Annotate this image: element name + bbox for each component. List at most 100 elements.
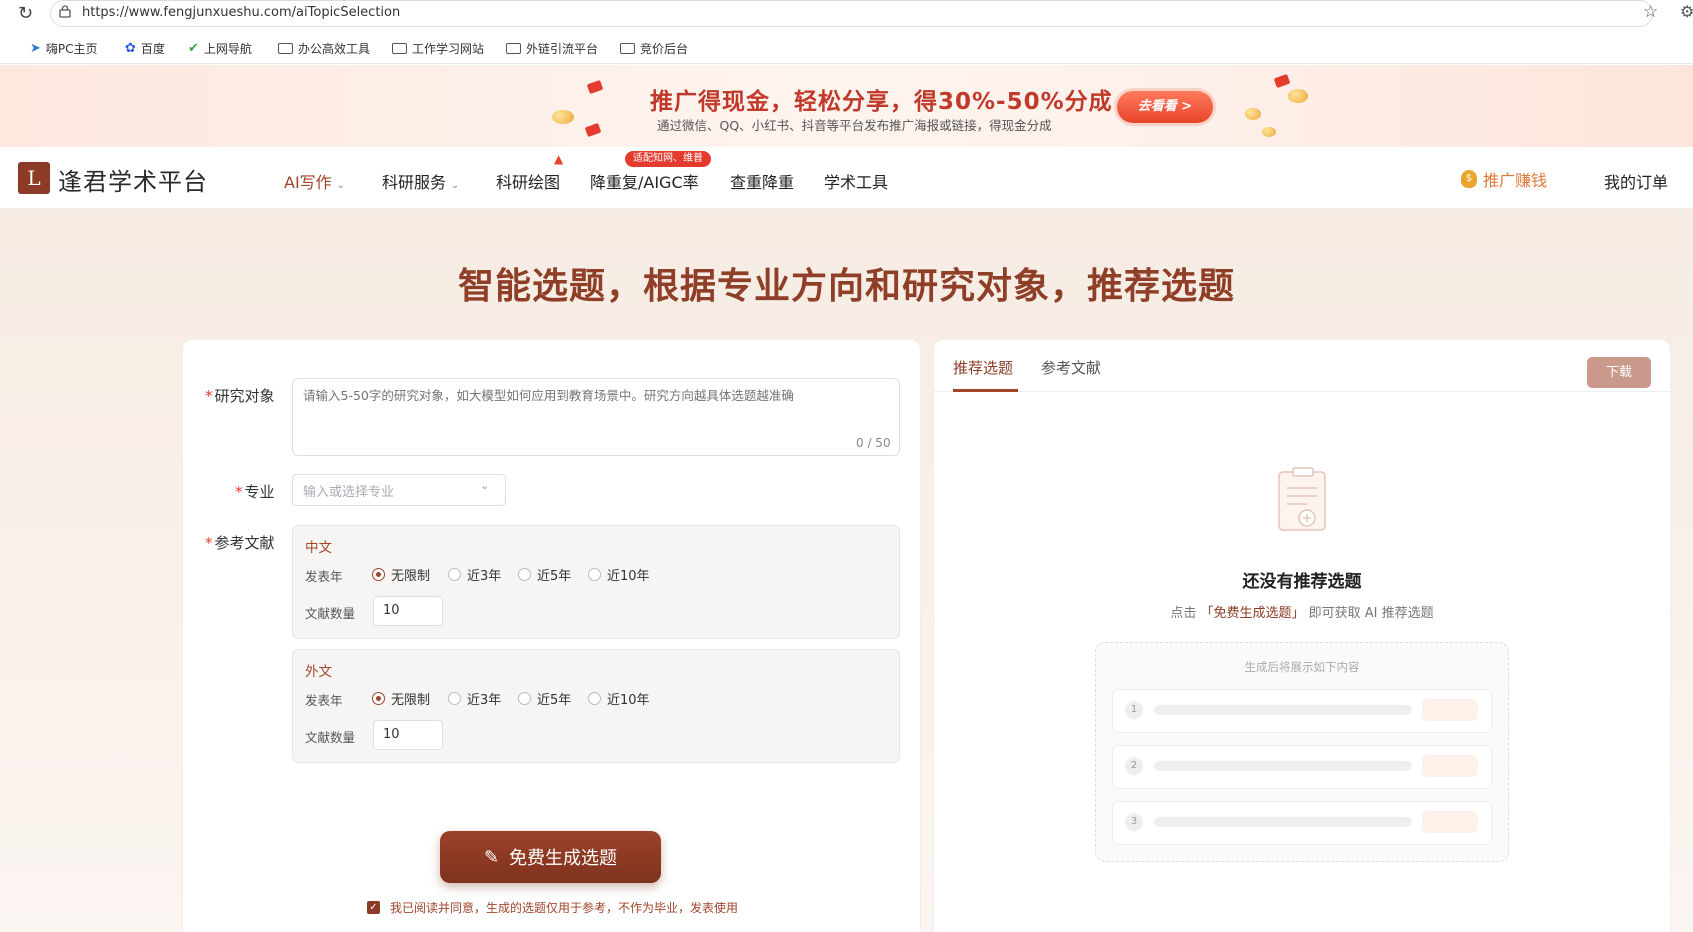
char-counter: 0 / 50 [856,436,891,450]
chevron-down-icon: ⌄ [480,479,490,492]
agreement-row[interactable]: ✓ 我已阅读并同意，生成的选题仅用于参考，不作为毕业，发表使用 [367,899,738,916]
radio-10-years[interactable]: 近10年 [588,565,650,584]
bookmark-folder[interactable]: 工作学习网站 [392,40,484,57]
fire-icon: ▲ [554,152,564,166]
extensions-icon[interactable]: ⚙ [1680,2,1693,21]
preview-row-number: 2 [1125,757,1143,775]
nav-ai-writing[interactable]: AI写作 ⌄ [284,169,345,193]
preview-placeholder-bar [1154,761,1412,771]
bookmark-label: 上网导航 [203,42,252,56]
radio-3-years[interactable]: 近3年 [448,689,501,708]
coin-decoration [1288,89,1308,103]
preview-placeholder-bar [1154,705,1412,715]
radio-3-years[interactable]: 近3年 [448,565,501,584]
radio-circle [448,568,461,581]
nav-check-icon: ✔ [188,41,199,56]
subtitle-text: 点击 [1170,606,1197,621]
label-text: 专业 [244,483,275,501]
nav-reduce-aigc[interactable]: 降重复/AIGC率 [590,169,699,193]
nav-research-drawing[interactable]: 科研绘图 [496,169,560,193]
chevron-down-icon: ⌄ [336,180,346,191]
foreign-refs-title: 外文 [305,664,332,680]
bookmark-item[interactable]: ✔ 上网导航 [188,40,252,57]
agreement-checkbox[interactable]: ✓ [367,901,380,914]
tab-references[interactable]: 参考文献 [1041,357,1101,378]
baidu-paw-icon: ✿ [125,41,136,56]
folder-icon [506,43,521,54]
year-label: 发表年 [305,569,343,584]
radio-circle [448,692,461,705]
url-text[interactable]: https://www.fengjunxueshu.com/aiTopicSel… [82,5,400,20]
promo-go-button[interactable]: 去看看 > [1117,91,1213,123]
bookmark-label: 百度 [140,42,165,56]
bookmark-star-icon[interactable]: ☆ [1643,2,1658,22]
promo-subtitle: 通过微信、QQ、小红书、抖音等平台发布推广海报或链接，得现金分成 [657,118,1052,133]
bookmarks-bar: ➤ 嗨PC主页 ✿ 百度 ✔ 上网导航 办公高效工具 工作学习网站 外链引流平台 竞价… [0,32,1693,64]
chinese-count-input[interactable]: 10 [373,596,443,626]
label-text: 研究对象 [214,387,275,405]
nav-my-orders[interactable]: 我的订单 [1604,169,1668,193]
subtitle-text: 即可获取 AI 推荐选题 [1308,606,1434,621]
radio-label: 近3年 [467,693,502,708]
logo-text[interactable]: 逢君学术平台 [58,162,208,197]
radio-label: 近10年 [607,693,650,708]
tab-divider [933,391,1671,392]
quill-icon: ✎ [483,846,500,868]
reload-icon[interactable]: ↻ [18,3,33,24]
required-mark: * [205,534,213,552]
tab-recommended-topics[interactable]: 推荐选题 [953,357,1013,378]
radio-circle [372,568,385,581]
bookmark-folder[interactable]: 竞价后台 [620,40,688,57]
radio-label: 无限制 [391,693,431,708]
preview-placeholder-bar [1154,817,1412,827]
radio-5-years[interactable]: 近5年 [518,565,571,584]
bookmark-item[interactable]: ➤ 嗨PC主页 [30,40,98,57]
chinese-refs-title: 中文 [305,540,332,556]
logo-mark[interactable]: L [18,162,50,194]
radio-unlimited[interactable]: 无限制 [372,565,430,584]
download-button[interactable]: 下载 [1587,357,1651,388]
radio-circle [588,568,601,581]
preview-caption: 生成后将展示如下内容 [1244,660,1360,674]
folder-icon [392,43,407,54]
bookmark-site-icon: ➤ [30,41,41,56]
radio-5-years[interactable]: 近5年 [518,689,571,708]
site-info-icon[interactable] [58,4,72,18]
nav-plagiarism-check[interactable]: 查重降重 [730,169,794,193]
coin-decoration [552,110,574,124]
nav-research-services[interactable]: 科研服务 ⌄ [382,169,459,193]
research-object-input[interactable] [292,378,900,456]
empty-document-icon [1278,467,1326,531]
year-label: 发表年 [305,693,343,708]
nav-promote-earn[interactable]: $ 推广赚钱 [1461,167,1547,191]
coin-decoration [1262,127,1276,137]
count-label: 文献数量 [305,730,356,745]
nav-badge: 适配知网、维普 [625,151,711,167]
radio-circle [518,692,531,705]
radio-label: 近10年 [607,569,650,584]
folder-icon [620,43,635,54]
bookmark-folder[interactable]: 办公高效工具 [278,40,370,57]
coin-decoration [1245,108,1261,120]
empty-state-subtitle: 点击 「免费生成选题」 即可获取 AI 推荐选题 [933,602,1671,621]
foreign-count-input[interactable]: 10 [373,720,443,750]
bookmark-folder[interactable]: 外链引流平台 [506,40,598,57]
nav-academic-tools[interactable]: 学术工具 [824,169,888,193]
nav-label: AI写作 [284,173,332,192]
bookmark-label: 办公高效工具 [298,42,371,56]
radio-unlimited[interactable]: 无限制 [372,689,430,708]
label-text: 参考文献 [214,534,275,552]
preview-row-number: 1 [1125,701,1143,719]
bookmark-label: 嗨PC主页 [45,42,98,56]
radio-label: 无限制 [391,569,431,584]
radio-label: 近5年 [537,569,572,584]
folder-icon [278,43,293,54]
nav-label: 科研服务 [382,173,447,192]
generate-topics-button[interactable]: ✎ 免费生成选题 [440,831,661,883]
radio-10-years[interactable]: 近10年 [588,689,650,708]
bookmark-item[interactable]: ✿ 百度 [125,40,165,57]
radio-label: 近5年 [537,693,572,708]
count-label: 文献数量 [305,606,356,621]
radio-circle [518,568,531,581]
bookmark-label: 外链引流平台 [526,42,599,56]
